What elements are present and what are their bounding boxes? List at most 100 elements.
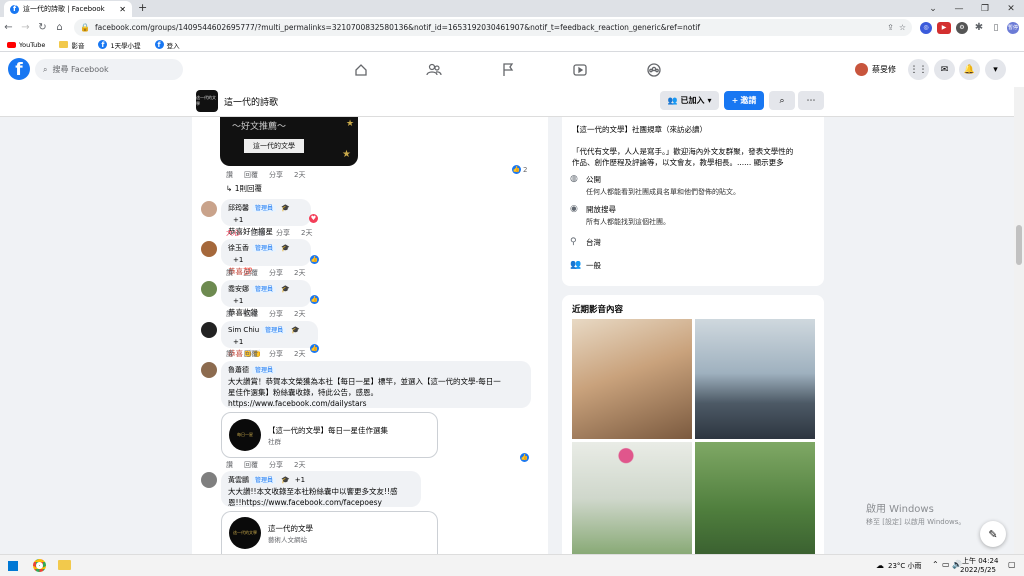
commenter-name[interactable]: 邱筠馨 [228, 204, 249, 212]
like-link[interactable]: 讚 [226, 268, 233, 278]
share-icon[interactable]: ⇪ [887, 23, 894, 32]
like-link[interactable]: 讚 [226, 349, 233, 359]
media-thumbnail[interactable] [572, 442, 692, 556]
like-link[interactable]: 讚 [226, 460, 233, 470]
avatar[interactable] [201, 322, 217, 338]
reply-link[interactable]: 回覆 [251, 228, 265, 238]
scrollbar[interactable] [1014, 87, 1024, 554]
address-bar[interactable]: 🔒 facebook.com/groups/1409544602695777/?… [74, 19, 912, 36]
close-icon[interactable]: ✕ [119, 5, 126, 14]
avatar[interactable] [201, 241, 217, 257]
network-icon[interactable]: ▭ [942, 560, 950, 569]
media-thumbnail[interactable] [695, 319, 815, 439]
like-link[interactable]: 讚 [226, 170, 233, 180]
description-text[interactable]: 作品、創作歷程及評論等，以文會友，教學相長。...... 顯示更多 [572, 157, 784, 168]
group-thumbnail[interactable]: 這一代的文學 [196, 90, 218, 112]
joined-button[interactable]: 👥 已加入 ▾ [660, 91, 719, 110]
bookmark-login[interactable]: f 登入 [154, 40, 180, 50]
commenter-name[interactable]: 黃雲鵬 [228, 476, 249, 484]
new-tab-button[interactable]: + [138, 1, 147, 14]
timestamp[interactable]: 2天 [294, 349, 305, 359]
close-icon[interactable]: ✕ [998, 0, 1024, 17]
share-link[interactable]: 分享 [276, 228, 290, 238]
view-replies-link[interactable]: ↳ 1則回覆 [226, 183, 262, 194]
account-menu-icon[interactable]: ▾ [985, 59, 1006, 80]
heart-icon[interactable]: ♥ [309, 214, 318, 223]
new-message-button[interactable]: ✎ [980, 521, 1006, 547]
share-link[interactable]: 分享 [269, 349, 283, 359]
like-link[interactable]: 讚 [226, 309, 233, 319]
flag-icon[interactable] [498, 60, 518, 80]
timestamp[interactable]: 2天 [294, 460, 305, 470]
messenger-icon[interactable]: ✉ [934, 59, 955, 80]
love-link[interactable]: 大心 [226, 228, 240, 238]
weather-text[interactable]: 23°C 小雨 [888, 561, 922, 571]
reply-link[interactable]: 回覆 [244, 268, 258, 278]
link-preview-card[interactable]: 每日一星 【這一代的文學】每日一星佳作選集 社群 [221, 412, 438, 458]
clock-time[interactable]: 上午 04:24 [962, 556, 998, 566]
commenter-name[interactable]: 喬安娜 [228, 285, 249, 293]
commenter-name[interactable]: 徐玉香 [228, 244, 249, 252]
scrollbar-thumb[interactable] [1016, 225, 1022, 265]
facebook-logo-icon[interactable]: f [8, 58, 30, 80]
group-name[interactable]: 這一代的詩歌 [224, 95, 278, 108]
share-link[interactable]: 分享 [269, 268, 283, 278]
watch-icon[interactable] [570, 60, 590, 80]
reply-link[interactable]: 回覆 [244, 349, 258, 359]
share-link[interactable]: 分享 [269, 309, 283, 319]
commenter-name[interactable]: 魯蕭德 [228, 366, 249, 374]
reply-link[interactable]: 回覆 [244, 309, 258, 319]
bookmark-folder[interactable]: 影音 [59, 40, 84, 50]
notification-center-icon[interactable]: ▢ [1008, 560, 1016, 569]
reaction-summary[interactable]: 👍 2 [512, 165, 527, 174]
like-icon[interactable]: 👍 [520, 453, 529, 462]
reply-link[interactable]: 回覆 [244, 170, 258, 180]
comment-link[interactable]: https://www.facebook.com/dailystars [228, 398, 524, 409]
file-explorer-icon[interactable] [58, 560, 71, 570]
invite-button[interactable]: + 邀請 [724, 91, 764, 110]
minimize-icon[interactable]: — [946, 0, 972, 17]
avatar[interactable] [201, 362, 217, 378]
groups-icon[interactable] [644, 60, 664, 80]
bookmark-youtube[interactable]: YouTube [7, 41, 45, 49]
search-group-button[interactable]: ⌕ [769, 91, 795, 110]
media-thumbnail[interactable] [572, 319, 692, 439]
extension-icon[interactable]: ▶ [937, 21, 951, 34]
post-image[interactable]: 〜好文推薦〜 這一代的文學 ★ ★ [220, 117, 358, 166]
forward-icon[interactable]: → [17, 22, 34, 33]
profile-avatar[interactable]: 暫停 [1007, 21, 1019, 34]
windows-start-icon[interactable] [8, 561, 18, 571]
home-icon[interactable]: ⌂ [51, 22, 68, 33]
clock-date[interactable]: 2022/5/25 [960, 566, 996, 574]
chrome-icon[interactable] [33, 559, 46, 572]
more-options-button[interactable]: ⋯ [798, 91, 824, 110]
profile-button[interactable]: 蔡旻修 [855, 63, 896, 76]
rules-link[interactable]: 【這一代的文學】社團規章（來訪必讀） [572, 124, 707, 135]
share-link[interactable]: 分享 [269, 460, 283, 470]
notifications-icon[interactable]: 🔔 [959, 59, 980, 80]
maximize-icon[interactable]: ❐ [972, 0, 998, 17]
reload-icon[interactable]: ↻ [34, 22, 51, 33]
star-icon[interactable]: ☆ [899, 23, 906, 32]
extension-icon[interactable]: ⚙ [956, 21, 968, 34]
like-icon[interactable]: 👍 [310, 255, 319, 264]
friends-icon[interactable] [424, 60, 444, 80]
like-icon[interactable]: 👍 [310, 344, 319, 353]
back-icon[interactable]: ← [0, 22, 17, 33]
share-link[interactable]: 分享 [269, 170, 283, 180]
puzzle-icon[interactable]: ✱ [973, 22, 985, 34]
home-icon[interactable] [351, 60, 371, 80]
reply-link[interactable]: 回覆 [244, 460, 258, 470]
avatar[interactable] [201, 201, 217, 217]
bookmark-violin[interactable]: f 1天學小提 [98, 40, 141, 50]
sidebar-icon[interactable]: ▯ [990, 22, 1002, 34]
timestamp[interactable]: 2天 [301, 228, 312, 238]
menu-grid-icon[interactable]: ⋮⋮ [908, 59, 929, 80]
timestamp[interactable]: 2天 [294, 170, 305, 180]
chevron-down-icon[interactable]: ⌄ [920, 0, 946, 17]
avatar[interactable] [201, 281, 217, 297]
tray-chevron-icon[interactable]: ⌃ [932, 560, 939, 569]
avatar[interactable] [201, 472, 217, 488]
timestamp[interactable]: 2天 [294, 309, 305, 319]
extension-icon[interactable]: ◎ [920, 21, 932, 34]
